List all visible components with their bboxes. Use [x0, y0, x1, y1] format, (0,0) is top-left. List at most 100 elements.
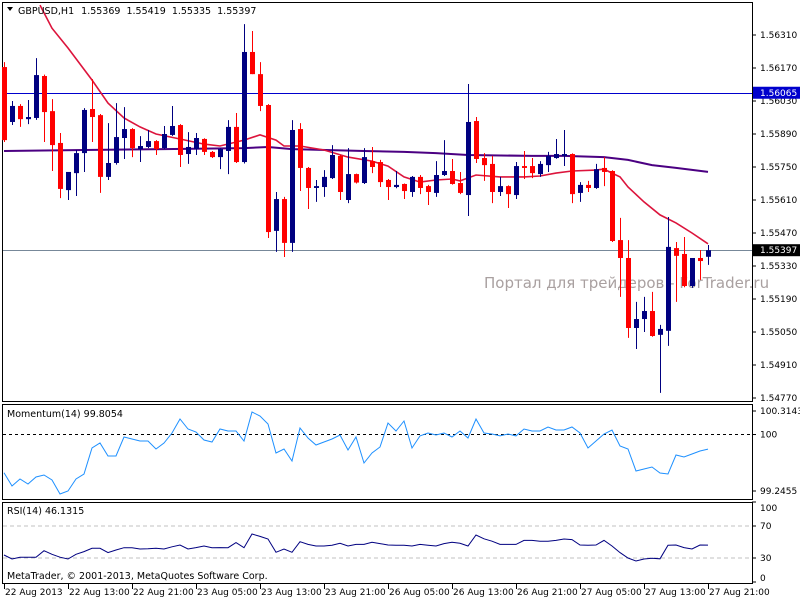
candle-body [170, 125, 175, 135]
candle-body [298, 129, 303, 168]
price-tick-label: 1.55470 [760, 229, 797, 239]
price-tick-label: 1.56310 [760, 31, 797, 41]
candle-body [106, 162, 111, 177]
price-tick-label: 1.55750 [760, 163, 797, 173]
symbol-label: GBPUSD,H1 [18, 6, 74, 17]
candle-body [210, 151, 215, 158]
candle-body [594, 169, 599, 188]
candle-body [146, 141, 151, 147]
price-tick-label: 1.55890 [760, 130, 797, 140]
candle-body [426, 186, 431, 192]
candle-body [306, 167, 311, 188]
time-tick-label: 27 Aug 13:00 [645, 588, 706, 598]
candle-body [562, 154, 567, 156]
candle-body [194, 138, 199, 150]
price-tick-label: 1.54770 [760, 394, 797, 404]
time-tick-label: 26 Aug 21:00 [517, 588, 578, 598]
candle-body [698, 257, 703, 262]
price-tick-label: 1.55610 [760, 196, 797, 206]
candle-body [66, 171, 71, 191]
bear-candle [610, 170, 615, 242]
candle-body [130, 129, 135, 149]
candle-body [386, 179, 391, 188]
candle-body [402, 183, 407, 192]
candle-body [186, 146, 191, 155]
candle-body [346, 174, 351, 200]
momentum-title: Momentum(14) 99.8054 [7, 409, 123, 420]
rsi-tick-label: 100 [760, 504, 777, 514]
momentum-tick-label: 100.3143 [760, 407, 800, 417]
candle-body [482, 158, 487, 166]
candle-body [162, 134, 167, 149]
chart-canvas[interactable]: Портал для трейдеров - ForTrader.ru 1.56… [0, 0, 800, 600]
open-value: 1.55369 [81, 6, 120, 17]
bear-candle [354, 173, 359, 184]
candle-body [706, 250, 711, 257]
price-pane[interactable] [2, 2, 753, 402]
time-tick-label: 22 Aug 21:00 [133, 588, 194, 598]
time-axis[interactable]: 22 Aug 2013 22 Aug 13:00 22 Aug 21:00 23 Au… [4, 584, 770, 598]
candle-body [242, 51, 247, 163]
candle-body [202, 138, 207, 152]
price-axis[interactable]: 1.563101.561701.560301.558901.557501.556… [752, 31, 800, 404]
chart-header: GBPUSD,H1 1.55369 1.55419 1.55335 1.5539… [18, 6, 256, 17]
candle-body [338, 155, 343, 192]
candle-body [666, 246, 671, 331]
candle-body [418, 176, 423, 188]
candle-body [58, 142, 63, 189]
candle-body [122, 129, 127, 139]
candle-body [394, 184, 399, 188]
time-tick-label: 22 Aug 13:00 [69, 588, 130, 598]
candle-body [82, 109, 87, 154]
candle-body [178, 125, 183, 155]
candle-body [266, 105, 271, 233]
candle-body [410, 176, 415, 192]
candle-body [114, 137, 119, 163]
candle-body [634, 319, 639, 328]
candle-body [578, 184, 583, 193]
candle-body [354, 174, 359, 183]
bull-candle [690, 257, 695, 288]
candle-body [50, 111, 55, 146]
candle-body [618, 240, 623, 258]
price-tick-label: 1.55050 [760, 328, 797, 338]
copyright-text: MetaTrader, © 2001-2013, MetaQuotes Soft… [7, 571, 268, 582]
candle-body [258, 74, 263, 106]
candle-body [34, 75, 39, 118]
candle-body [554, 154, 559, 159]
time-tick-label: 27 Aug 05:00 [581, 588, 642, 598]
price-marker-label: 1.56065 [760, 89, 797, 99]
candle-body [18, 105, 23, 120]
candle-body [490, 163, 495, 192]
price-tick-label: 1.55190 [760, 295, 797, 305]
price-marker-label: 1.55397 [760, 246, 797, 256]
candle-body [322, 176, 327, 188]
price-tick-label: 1.56170 [760, 64, 797, 74]
candle-body [658, 328, 663, 335]
high-value: 1.55419 [126, 6, 165, 17]
candle-body [282, 199, 287, 243]
candle-body [434, 175, 439, 193]
time-tick-label: 23 Aug 13:00 [261, 588, 322, 598]
time-tick-label: 23 Aug 21:00 [325, 588, 386, 598]
candle-body [314, 186, 319, 188]
candle-body [10, 105, 15, 122]
price-tick-label: 1.54910 [760, 361, 797, 371]
time-tick-label: 23 Aug 05:00 [197, 588, 258, 598]
price-tick-label: 1.55330 [760, 262, 797, 272]
candle-body [274, 199, 279, 231]
candle-body [98, 115, 103, 177]
candle-body [642, 311, 647, 320]
candle-body [370, 161, 375, 167]
candle-body [450, 171, 455, 184]
candle-body [570, 154, 575, 195]
momentum-tick-label: 100 [760, 431, 777, 441]
low-value: 1.55335 [172, 6, 211, 17]
candle-body [610, 171, 615, 242]
momentum-tick-label: 99.2455 [760, 487, 797, 497]
candle-body [530, 166, 535, 174]
candle-body [90, 109, 95, 118]
time-tick-label: 22 Aug 2013 [5, 588, 63, 598]
rsi-tick-label: 0 [760, 574, 766, 584]
candle-body [626, 257, 631, 328]
